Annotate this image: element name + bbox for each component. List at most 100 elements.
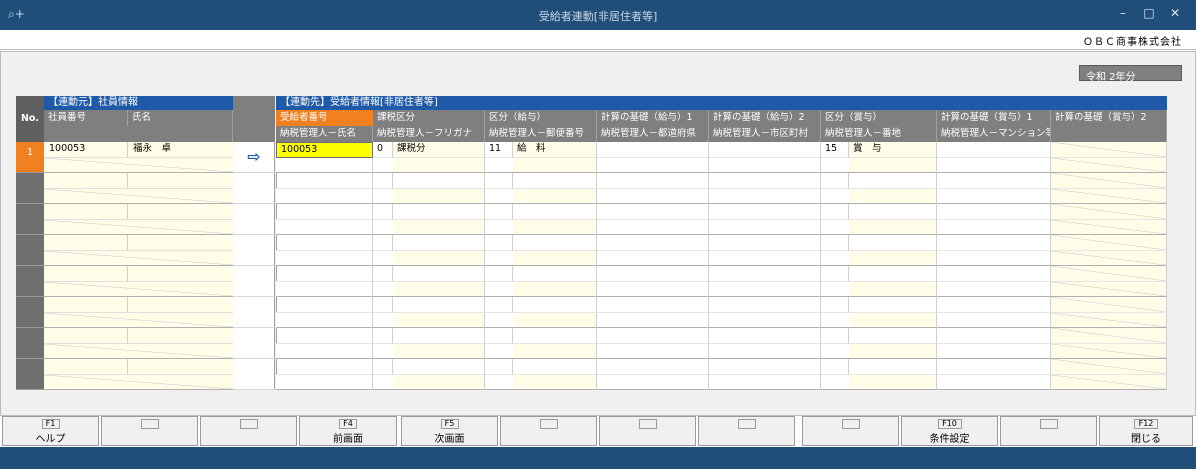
function-key-empty[interactable] — [1000, 416, 1097, 446]
maximize-button[interactable]: □ — [1139, 6, 1159, 24]
lower-cell-1[interactable] — [276, 189, 373, 204]
code-cell[interactable] — [485, 204, 513, 220]
code-cell[interactable] — [485, 359, 513, 375]
lower-cell-5[interactable] — [709, 375, 821, 390]
code-cell[interactable] — [485, 235, 513, 251]
function-key-empty[interactable] — [200, 416, 297, 446]
lower-cell-8[interactable] — [1051, 313, 1167, 328]
lower-label-cell[interactable] — [513, 189, 597, 204]
function-key-empty[interactable] — [599, 416, 696, 446]
function-key-f4[interactable]: F4 前画面 — [299, 416, 397, 446]
grid-cell-5[interactable] — [709, 266, 821, 282]
recipient-no-cell-1[interactable] — [276, 359, 373, 375]
lower-cell-8[interactable] — [1051, 282, 1167, 297]
lower-label-cell[interactable] — [513, 282, 597, 297]
code-cell[interactable] — [485, 297, 513, 313]
row-number-cell[interactable] — [16, 297, 44, 328]
code-cell[interactable]: 15 — [821, 142, 849, 158]
lower-cell-7[interactable] — [937, 189, 1051, 204]
code-cell[interactable] — [821, 297, 849, 313]
lower-cell-4[interactable] — [597, 282, 709, 297]
grid-cell-8[interactable] — [1051, 173, 1167, 189]
grid-cell-4[interactable] — [597, 297, 709, 313]
grid-cell-4[interactable] — [597, 142, 709, 158]
lower-cell-8[interactable] — [1051, 375, 1167, 390]
row-number-cell[interactable] — [16, 235, 44, 266]
lower-cell-8[interactable] — [1051, 220, 1167, 235]
code-cell[interactable]: 0 — [373, 142, 393, 158]
recipient-no-cell-1[interactable] — [276, 328, 373, 344]
lower-label-cell[interactable] — [513, 375, 597, 390]
grid-cell-8[interactable] — [1051, 142, 1167, 158]
code-cell[interactable] — [373, 297, 393, 313]
lower-label-cell[interactable] — [393, 220, 485, 235]
column-header-6[interactable]: 区分（賞与） — [821, 110, 937, 126]
lower-label-cell[interactable] — [849, 313, 937, 328]
lower-cell-1[interactable] — [276, 375, 373, 390]
employee-no-cell[interactable] — [44, 235, 128, 251]
lower-cell-5[interactable] — [709, 251, 821, 266]
lower-cell-7[interactable] — [937, 313, 1051, 328]
grid-cell-7[interactable] — [937, 204, 1051, 220]
grid-cell-8[interactable] — [1051, 235, 1167, 251]
lower-label-cell[interactable] — [393, 251, 485, 266]
lower-cell-1[interactable] — [276, 251, 373, 266]
lower-cell-4[interactable] — [597, 220, 709, 235]
lower-cell-8[interactable] — [1051, 251, 1167, 266]
column-header-4[interactable]: 計算の基礎（給与）1 — [597, 110, 709, 126]
lower-cell-4[interactable] — [597, 344, 709, 359]
lower-cell-5[interactable] — [709, 189, 821, 204]
function-key-empty[interactable] — [698, 416, 795, 446]
grid-cell-4[interactable] — [597, 359, 709, 375]
grid-cell-7[interactable] — [937, 266, 1051, 282]
grid-cell-4[interactable] — [597, 328, 709, 344]
code-cell[interactable] — [373, 266, 393, 282]
code-cell[interactable] — [485, 266, 513, 282]
grid-cell-4[interactable] — [597, 266, 709, 282]
grid-cell-5[interactable] — [709, 297, 821, 313]
lower-cell-1[interactable] — [276, 220, 373, 235]
employee-no-cell[interactable] — [44, 328, 128, 344]
employee-no-cell[interactable] — [44, 266, 128, 282]
column-header-7[interactable]: 計算の基礎（賞与）1 — [937, 110, 1051, 126]
lower-label-cell[interactable] — [849, 344, 937, 359]
function-key-empty[interactable] — [802, 416, 899, 446]
lower-label-cell[interactable] — [849, 189, 937, 204]
lower-cell-4[interactable] — [597, 158, 709, 173]
recipient-no-cell-1[interactable] — [276, 297, 373, 313]
recipient-no-cell-1[interactable] — [276, 173, 373, 189]
function-key-f12[interactable]: F12 閉じる — [1099, 416, 1193, 446]
employee-no-cell[interactable]: 100053 — [44, 142, 128, 158]
lower-label-cell[interactable] — [393, 189, 485, 204]
code-cell[interactable] — [373, 204, 393, 220]
row-number-cell[interactable] — [16, 173, 44, 204]
code-cell[interactable] — [821, 235, 849, 251]
lower-cell-7[interactable] — [937, 344, 1051, 359]
grid-cell-5[interactable] — [709, 235, 821, 251]
lower-cell-4[interactable] — [597, 313, 709, 328]
lower-label-cell[interactable] — [849, 158, 937, 173]
employee-no-cell[interactable] — [44, 173, 128, 189]
employee-name-cell[interactable] — [128, 204, 233, 220]
lower-label-cell[interactable] — [393, 158, 485, 173]
row-number-cell[interactable] — [16, 359, 44, 390]
code-cell[interactable] — [821, 359, 849, 375]
lower-label-cell[interactable] — [513, 344, 597, 359]
lower-label-cell[interactable] — [393, 375, 485, 390]
code-cell[interactable] — [821, 266, 849, 282]
code-cell[interactable]: 11 — [485, 142, 513, 158]
column-header-5[interactable]: 計算の基礎（給与）2 — [709, 110, 821, 126]
close-button[interactable]: ✕ — [1165, 6, 1185, 24]
employee-name-cell[interactable] — [128, 297, 233, 313]
grid-cell-8[interactable] — [1051, 297, 1167, 313]
employee-no-cell[interactable] — [44, 359, 128, 375]
grid-cell-8[interactable] — [1051, 359, 1167, 375]
employee-name-cell[interactable] — [128, 266, 233, 282]
function-key-empty[interactable] — [500, 416, 597, 446]
grid-cell-5[interactable] — [709, 142, 821, 158]
lower-label-cell[interactable] — [393, 344, 485, 359]
lower-cell-5[interactable] — [709, 313, 821, 328]
lower-cell-7[interactable] — [937, 158, 1051, 173]
employee-no-cell[interactable] — [44, 204, 128, 220]
column-header-2[interactable]: 課税区分 — [373, 110, 485, 126]
